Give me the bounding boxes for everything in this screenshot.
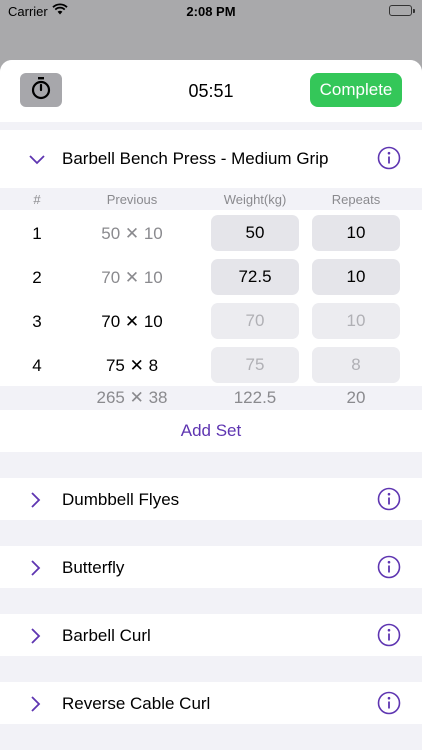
exercise-title: Reverse Cable Curl (62, 694, 211, 713)
chevron-right-icon[interactable] (31, 628, 41, 649)
exercise-card[interactable]: Dumbbell Flyes (0, 478, 422, 520)
set-row: 2 70 ✕ 10 72.5 10 (0, 254, 422, 298)
totals-row: 265 ✕ 38 122.5 20 (0, 386, 422, 410)
info-icon[interactable] (377, 146, 401, 175)
column-weight: Weight(kg) (223, 192, 287, 207)
weight-field[interactable]: 75 (211, 347, 299, 383)
set-number: 3 (32, 312, 42, 331)
chevron-right-icon[interactable] (31, 560, 41, 581)
set-number: 4 (32, 356, 42, 375)
info-icon[interactable] (377, 555, 401, 584)
status-time: 2:08 PM (186, 4, 236, 19)
chevron-down-icon[interactable] (29, 152, 45, 170)
set-previous: 75 ✕ 8 (105, 356, 159, 375)
set-number: 1 (32, 224, 42, 243)
exercise-title: Butterfly (62, 558, 125, 577)
repeats-field[interactable]: 10 (312, 259, 400, 295)
complete-button[interactable]: Complete (310, 73, 402, 107)
exercise-card[interactable]: Barbell Curl (0, 614, 422, 656)
exercise-header[interactable]: Barbell Bench Press - Medium Grip (0, 130, 422, 188)
info-icon[interactable] (377, 623, 401, 652)
sets-header-row: # Previous Weight(kg) Repeats (0, 188, 422, 210)
set-previous: 50 ✕ 10 (101, 224, 163, 243)
weight-field[interactable]: 72.5 (211, 259, 299, 295)
set-previous: 70 ✕ 10 (101, 268, 163, 287)
exercise-card[interactable]: Butterfly (0, 546, 422, 588)
exercise-card[interactable]: Reverse Cable Curl (0, 682, 422, 724)
workout-toolbar: 05:51 Complete (0, 60, 422, 122)
exercise-title: Barbell Curl (62, 626, 151, 645)
chevron-right-icon[interactable] (31, 696, 41, 717)
repeats-field[interactable]: 8 (312, 347, 400, 383)
battery-icon (389, 5, 415, 16)
repeats-field[interactable]: 10 (312, 303, 400, 339)
set-row: 4 75 ✕ 8 75 8 (0, 342, 422, 386)
status-bar: Carrier 2:08 PM (0, 0, 422, 24)
set-row: 1 50 ✕ 10 50 10 (0, 210, 422, 254)
column-number: # (33, 192, 41, 207)
add-set-button[interactable]: Add Set (0, 410, 422, 452)
exercise-card-active: Barbell Bench Press - Medium Grip # Prev… (0, 130, 422, 452)
set-previous: 70 ✕ 10 (101, 312, 163, 331)
column-repeats: Repeats (331, 192, 381, 207)
workout-sheet: 05:51 Complete Barbell Bench Press - Med… (0, 60, 422, 750)
info-icon[interactable] (377, 691, 401, 720)
weight-field[interactable]: 70 (211, 303, 299, 339)
info-icon[interactable] (377, 487, 401, 516)
total-weight: 122.5 (233, 388, 277, 407)
column-previous: Previous (106, 192, 158, 207)
set-number: 2 (32, 268, 42, 287)
total-previous: 265 ✕ 38 (96, 388, 168, 407)
total-repeats: 20 (346, 388, 366, 407)
repeats-field[interactable]: 10 (312, 215, 400, 251)
exercise-title: Barbell Bench Press - Medium Grip (62, 149, 329, 168)
chevron-right-icon[interactable] (31, 492, 41, 513)
weight-field[interactable]: 50 (211, 215, 299, 251)
set-row: 3 70 ✕ 10 70 10 (0, 298, 422, 342)
exercise-title: Dumbbell Flyes (62, 490, 180, 509)
